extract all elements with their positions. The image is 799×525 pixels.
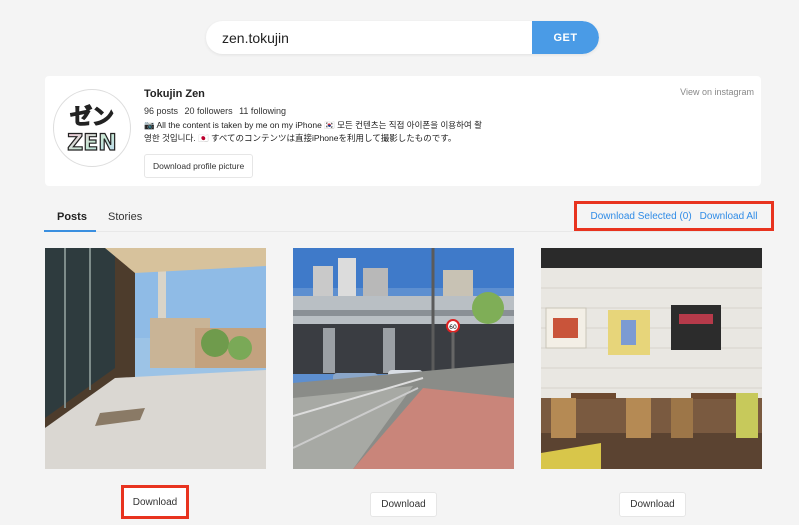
view-on-instagram-link[interactable]: View on instagram bbox=[680, 87, 754, 97]
post-download-button[interactable]: Download bbox=[370, 492, 437, 517]
followers-count: 20 followers bbox=[184, 106, 233, 116]
profile-card: ゼン ZEN Tokujin Zen 96 posts 20 followers… bbox=[45, 76, 761, 186]
profile-stats: 96 posts 20 followers 11 following bbox=[144, 106, 290, 116]
download-selected-link[interactable]: Download Selected (0) bbox=[591, 211, 692, 222]
svg-text:ゼン: ゼン bbox=[70, 105, 114, 130]
svg-text:60: 60 bbox=[449, 324, 457, 331]
tab-stories[interactable]: Stories bbox=[108, 211, 142, 223]
post-download-button[interactable]: Download bbox=[619, 492, 686, 517]
get-button[interactable]: GET bbox=[532, 21, 599, 54]
profile-name: Tokujin Zen bbox=[144, 88, 205, 100]
bio-line: 📷 All the content is taken by me on my i… bbox=[144, 120, 482, 130]
svg-text:ZEN: ZEN bbox=[67, 131, 116, 156]
download-all-link[interactable]: Download All bbox=[700, 211, 758, 222]
post-image-cafe-interior[interactable] bbox=[541, 248, 762, 469]
bio-line: 영한 것입니다. 🇯🇵 すべてのコンテンツは直接iPhoneを利用して撮影したも… bbox=[144, 133, 457, 143]
download-profile-picture-button[interactable]: Download profile picture bbox=[144, 154, 254, 178]
post-download-button[interactable]: Download bbox=[121, 485, 189, 519]
search-input[interactable] bbox=[206, 21, 532, 54]
active-tab-indicator bbox=[44, 230, 96, 232]
tab-divider bbox=[44, 231, 760, 232]
posts-count: 96 posts bbox=[144, 106, 179, 116]
post-image-building-walkway[interactable] bbox=[45, 248, 266, 469]
profile-bio: 📷 All the content is taken by me on my i… bbox=[144, 119, 514, 145]
post-image-highway[interactable]: 60 bbox=[293, 248, 514, 469]
search-bar: GET bbox=[206, 21, 599, 54]
tab-posts[interactable]: Posts bbox=[57, 211, 87, 223]
avatar: ゼン ZEN bbox=[53, 89, 131, 167]
following-count: 11 following bbox=[239, 106, 286, 116]
download-actions-highlight: Download Selected (0) Download All bbox=[574, 201, 774, 231]
